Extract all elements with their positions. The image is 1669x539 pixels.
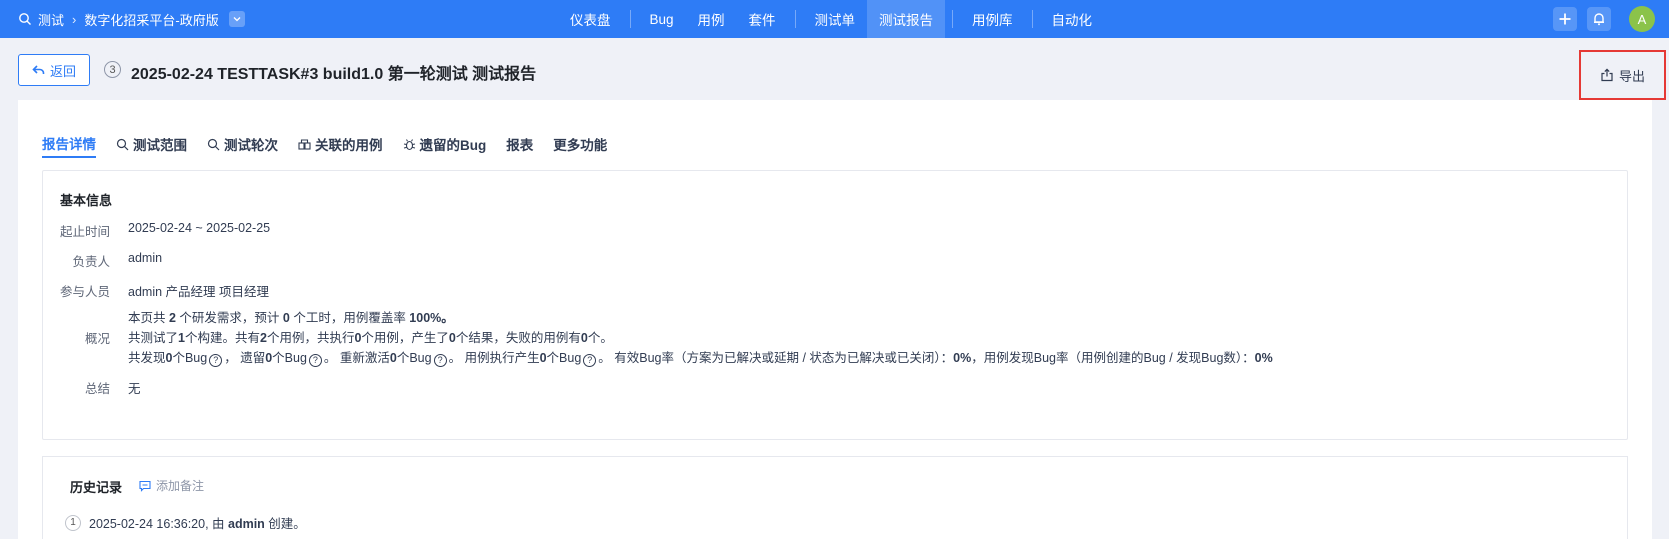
add-note-label: 添加备注 — [156, 479, 205, 493]
tab-linked-cases[interactable]: 关联的用例 — [298, 130, 383, 158]
top-tools: A — [1553, 0, 1655, 38]
overview-line-2: 共测试了1个构建。共有2个用例，共执行0个用例，产生了0个结果，失败的用例有0个… — [128, 331, 613, 345]
back-arrow-icon — [32, 65, 45, 74]
help-icon[interactable]: ? — [583, 354, 597, 367]
basic-info-card: 基本信息 起止时间 2025-02-24 ~ 2025-02-25 负责人 ad… — [42, 170, 1628, 440]
back-button-label: 返回 — [49, 63, 76, 79]
owner-value: admin — [128, 251, 163, 265]
nav-suites[interactable]: 套件 — [737, 0, 788, 38]
report-panel: 报告详情 测试范围 测试轮次 关联的用例 遗留的Bug 报表 更多功能 基本信息… — [18, 100, 1652, 539]
plus-icon — [1559, 13, 1571, 25]
back-button[interactable]: 返回 — [18, 54, 90, 86]
summary-value: 无 — [128, 382, 141, 396]
chevron-right-icon: › — [72, 11, 77, 27]
page-header: 返回 3 2025-02-24 TESTTASK#3 build1.0 第一轮测… — [0, 38, 1669, 100]
nav-testtask[interactable]: 测试单 — [803, 0, 868, 38]
report-tabs: 报告详情 测试范围 测试轮次 关联的用例 遗留的Bug 报表 更多功能 — [42, 130, 607, 158]
history-card: 历史记录 添加备注 1 2025-02-24 16:36:20, 由 admin… — [42, 456, 1628, 539]
history-entry-index: 1 — [65, 514, 81, 531]
bell-icon — [1594, 13, 1604, 26]
nav-caselib[interactable]: 用例库 — [960, 0, 1025, 38]
tab-label: 测试轮次 — [224, 138, 278, 153]
history-entry-text: 2025-02-24 16:36:20, 由 admin 创建。 — [89, 517, 306, 531]
members-label: 参与人员 — [59, 285, 110, 299]
tab-report-detail[interactable]: 报告详情 — [42, 130, 96, 158]
notifications-button[interactable] — [1587, 7, 1611, 31]
nav-divider — [794, 10, 796, 28]
breadcrumb-module[interactable]: 测试 — [38, 10, 64, 29]
tab-test-rounds[interactable]: 测试轮次 — [207, 130, 278, 158]
report-id-badge: 3 — [104, 61, 121, 78]
overview-line-1: 本页共 2 个研发需求，预计 0 个工时，用例覆盖率 100%。 — [128, 311, 454, 325]
summary-label: 总结 — [84, 382, 110, 396]
tab-label: 测试范围 — [133, 138, 187, 153]
tab-test-scope[interactable]: 测试范围 — [116, 130, 187, 158]
export-icon — [1601, 68, 1613, 82]
search-icon[interactable] — [18, 12, 32, 26]
breadcrumb-product[interactable]: 数字化招采平台-政府版 — [84, 10, 218, 29]
export-button[interactable]: 导出 — [1579, 50, 1666, 100]
export-button-label: 导出 — [1618, 68, 1645, 84]
top-navbar: 测试 › 数字化招采平台-政府版 仪表盘 Bug 用例 套件 测试单 测试报告 … — [0, 0, 1669, 38]
members-value: admin 产品经理 项目经理 — [128, 285, 269, 299]
history-entry: 1 2025-02-24 16:36:20, 由 admin 创建。 — [65, 513, 306, 532]
bug-icon — [403, 138, 415, 150]
comment-icon — [139, 480, 151, 492]
help-icon[interactable]: ? — [433, 354, 447, 367]
page-title: 2025-02-24 TESTTASK#3 build1.0 第一轮测试 测试报… — [131, 66, 537, 83]
nav-divider — [952, 10, 954, 28]
tab-label: 遗留的Bug — [419, 138, 487, 153]
history-title: 历史记录 — [70, 480, 123, 495]
help-icon[interactable]: ? — [308, 354, 322, 367]
overview-line-3: 共发现0个Bug?， 遗留0个Bug?。 重新激活0个Bug?。 用例执行产生0… — [128, 351, 1273, 367]
main-nav: 仪表盘 Bug 用例 套件 测试单 测试报告 用例库 自动化 — [558, 0, 1104, 38]
tab-label: 报表 — [506, 138, 534, 153]
nav-cases[interactable]: 用例 — [686, 0, 737, 38]
nav-divider — [629, 10, 631, 28]
overview-label: 概况 — [84, 332, 110, 346]
product-dropdown-button[interactable] — [228, 11, 245, 27]
create-button[interactable] — [1553, 7, 1577, 31]
tab-legacy-bugs[interactable]: 遗留的Bug — [403, 130, 487, 158]
period-value: 2025-02-24 ~ 2025-02-25 — [128, 221, 271, 235]
add-note-button[interactable]: 添加备注 — [139, 477, 204, 494]
period-label: 起止时间 — [59, 225, 110, 239]
tab-more[interactable]: 更多功能 — [553, 130, 607, 158]
nav-automation[interactable]: 自动化 — [1040, 0, 1105, 38]
tab-reports[interactable]: 报表 — [506, 130, 533, 158]
nav-bug[interactable]: Bug — [638, 0, 686, 38]
basic-info-title: 基本信息 — [60, 193, 113, 208]
breadcrumb: 测试 › 数字化招采平台-政府版 — [18, 0, 245, 38]
nav-dashboard[interactable]: 仪表盘 — [558, 0, 623, 38]
nav-testreport[interactable]: 测试报告 — [867, 0, 946, 38]
cases-icon — [298, 138, 311, 150]
help-icon[interactable]: ? — [209, 354, 223, 367]
search-icon — [116, 138, 129, 150]
owner-label: 负责人 — [72, 255, 110, 269]
search-icon — [207, 138, 220, 150]
chevron-down-icon — [233, 17, 241, 22]
avatar[interactable]: A — [1629, 6, 1655, 32]
nav-divider — [1031, 10, 1033, 28]
tab-label: 关联的用例 — [315, 138, 383, 153]
tab-label: 报告详情 — [42, 137, 96, 152]
overview-text: 本页共 2 个研发需求，预计 0 个工时，用例覆盖率 100%。 共测试了1个构… — [128, 308, 1273, 368]
tab-label: 更多功能 — [553, 138, 608, 153]
